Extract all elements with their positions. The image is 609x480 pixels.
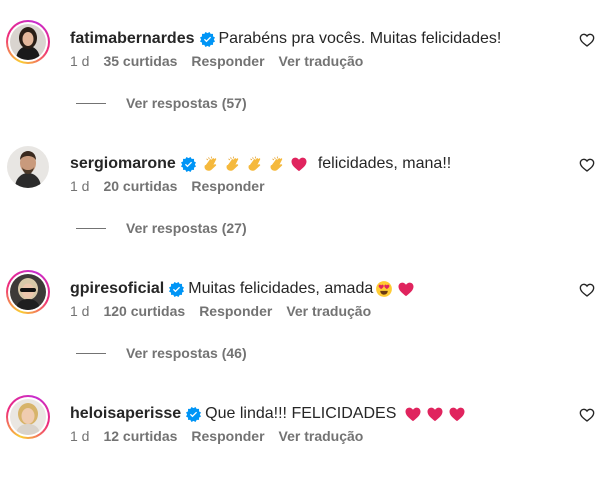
comment-gpiresoficial: gpiresoficial Muitas felicidades, amada … — [0, 270, 609, 395]
profile-photo — [10, 24, 46, 60]
like-heart-icon[interactable] — [579, 32, 595, 48]
divider — [76, 102, 106, 104]
verified-badge-icon — [169, 282, 184, 297]
comment-fatimabernardes: fatimabernardes Parabéns pra vocês. Muit… — [0, 20, 609, 145]
comment-body: gpiresoficial Muitas felicidades, amada — [70, 278, 569, 300]
username[interactable]: gpiresoficial — [70, 278, 164, 300]
verified-badge-icon — [200, 32, 215, 47]
profile-photo — [7, 146, 49, 188]
view-replies-button[interactable]: Ver respostas (57) — [76, 95, 247, 111]
comment-time[interactable]: 1 d — [70, 428, 89, 444]
comment-meta: 1 d 12 curtidas Responder Ver tradução — [70, 428, 363, 444]
red-heart-icon — [448, 405, 466, 423]
clapping-hands-icon — [246, 155, 264, 173]
reply-button[interactable]: Responder — [191, 53, 264, 69]
red-heart-icon — [397, 280, 415, 298]
divider — [76, 227, 106, 229]
translate-button[interactable]: Ver tradução — [279, 428, 364, 444]
username[interactable]: heloisaperisse — [70, 403, 181, 425]
comment-body: fatimabernardes Parabéns pra vocês. Muit… — [70, 28, 569, 50]
username[interactable]: sergiomarone — [70, 153, 176, 175]
comment-meta: 1 d 35 curtidas Responder Ver tradução — [70, 53, 363, 69]
clapping-hands-icon — [202, 155, 220, 173]
profile-photo — [10, 274, 46, 310]
heart-eyes-icon — [375, 280, 393, 298]
verified-badge-icon — [186, 407, 201, 422]
clapping-hands-icon — [224, 155, 242, 173]
red-heart-icon — [426, 405, 444, 423]
translate-button[interactable]: Ver tradução — [279, 53, 364, 69]
comment-text: Parabéns pra vocês. Muitas felicidades! — [218, 30, 502, 47]
red-heart-icon — [290, 155, 308, 173]
divider — [76, 352, 106, 354]
comment-time[interactable]: 1 d — [70, 53, 89, 69]
avatar[interactable] — [6, 270, 50, 314]
view-replies-label: Ver respostas (57) — [126, 95, 247, 111]
avatar[interactable] — [6, 20, 50, 64]
username[interactable]: fatimabernardes — [70, 28, 195, 50]
profile-photo — [10, 399, 46, 435]
avatar[interactable] — [6, 145, 50, 189]
likes-count[interactable]: 12 curtidas — [103, 428, 177, 444]
comment-time[interactable]: 1 d — [70, 303, 89, 319]
comment-heloisaperisse: heloisaperisse Que linda!!! FELICIDADES … — [0, 395, 609, 480]
view-replies-button[interactable]: Ver respostas (46) — [76, 345, 247, 361]
comment-time[interactable]: 1 d — [70, 178, 89, 194]
view-replies-label: Ver respostas (27) — [126, 220, 247, 236]
likes-count[interactable]: 35 curtidas — [103, 53, 177, 69]
red-heart-icon — [404, 405, 422, 423]
comment-body: heloisaperisse Que linda!!! FELICIDADES — [70, 403, 569, 425]
comment-sergiomarone: sergiomarone felicidades, mana!! 1 d 20 … — [0, 145, 609, 270]
view-replies-button[interactable]: Ver respostas (27) — [76, 220, 247, 236]
comment-meta: 1 d 120 curtidas Responder Ver tradução — [70, 303, 371, 319]
reply-button[interactable]: Responder — [199, 303, 272, 319]
avatar[interactable] — [6, 395, 50, 439]
view-replies-label: Ver respostas (46) — [126, 345, 247, 361]
likes-count[interactable]: 120 curtidas — [103, 303, 185, 319]
like-heart-icon[interactable] — [579, 157, 595, 173]
comment-text: Muitas felicidades, amada — [188, 280, 374, 297]
like-heart-icon[interactable] — [579, 407, 595, 423]
reply-button[interactable]: Responder — [191, 178, 264, 194]
clapping-hands-icon — [268, 155, 286, 173]
likes-count[interactable]: 20 curtidas — [103, 178, 177, 194]
reply-button[interactable]: Responder — [191, 428, 264, 444]
comment-text: felicidades, mana!! — [317, 155, 452, 172]
comment-body: sergiomarone felicidades, mana!! — [70, 153, 569, 175]
comment-text: Que linda!!! FELICIDADES — [205, 405, 397, 422]
comment-meta: 1 d 20 curtidas Responder — [70, 178, 265, 194]
verified-badge-icon — [181, 157, 196, 172]
translate-button[interactable]: Ver tradução — [286, 303, 371, 319]
like-heart-icon[interactable] — [579, 282, 595, 298]
